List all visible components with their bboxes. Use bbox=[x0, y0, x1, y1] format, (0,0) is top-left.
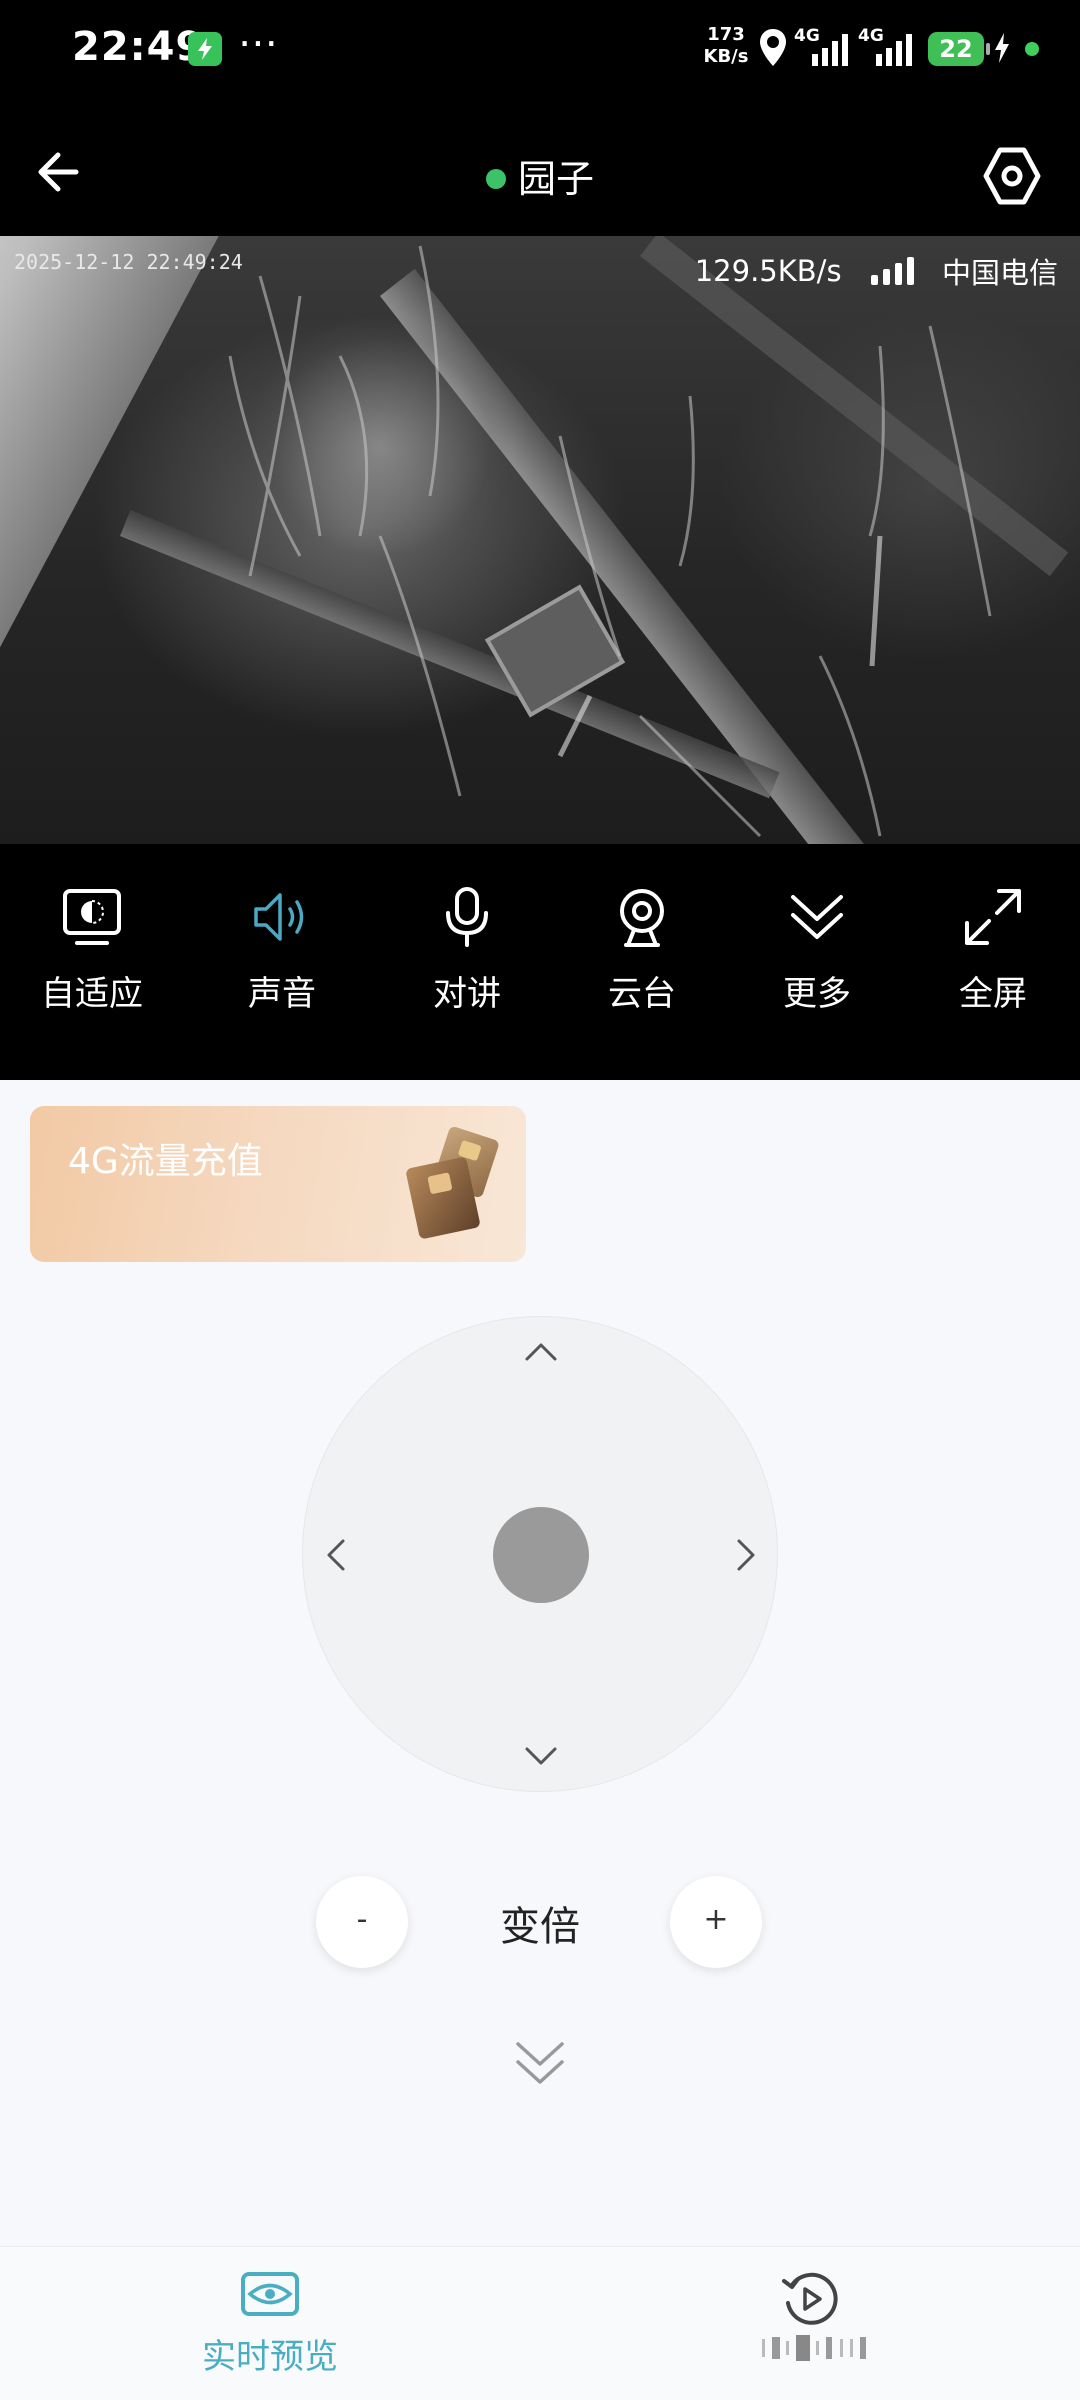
net-speed: 173 KB/s bbox=[700, 24, 752, 68]
settings-hex-icon[interactable] bbox=[980, 144, 1044, 208]
location-icon bbox=[758, 28, 788, 72]
ptz-label: 云台 bbox=[608, 974, 676, 1014]
video-bitrate: 129.5KB/s bbox=[694, 254, 842, 288]
status-time: 22:49 bbox=[72, 24, 205, 70]
ptz-up-arrow-icon[interactable] bbox=[516, 1327, 566, 1377]
zoom-label: 变倍 bbox=[500, 1904, 580, 1950]
ptz-center-knob[interactable] bbox=[493, 1507, 589, 1603]
system-nav-indicator bbox=[762, 2335, 866, 2361]
net-speed-unit: KB/s bbox=[703, 46, 749, 67]
signal-icon bbox=[874, 32, 916, 70]
signal-icon bbox=[810, 32, 852, 70]
charging-notification-icon bbox=[188, 32, 222, 66]
data-recharge-card[interactable]: 4G流量充值 bbox=[30, 1106, 526, 1262]
ptz-right-arrow-icon[interactable] bbox=[721, 1530, 771, 1580]
video-scene-grass bbox=[228, 245, 992, 838]
sound-button[interactable]: 声音 bbox=[207, 882, 357, 1015]
video-timestamp: 2025-12-12 22:49:24 bbox=[14, 250, 243, 274]
fullscreen-label: 全屏 bbox=[959, 974, 1027, 1014]
eye-preview-icon bbox=[241, 2272, 299, 2316]
more-button[interactable]: 更多 bbox=[742, 882, 892, 1015]
data-recharge-label: 4G流量充值 bbox=[68, 1141, 263, 1182]
more-label: 更多 bbox=[783, 974, 851, 1014]
speaker-icon bbox=[207, 882, 357, 952]
ptz-joystick[interactable] bbox=[302, 1316, 778, 1792]
zoom-in-button[interactable]: + bbox=[670, 1876, 762, 1968]
ptz-left-arrow-icon[interactable] bbox=[311, 1530, 361, 1580]
status-bar: 22:49 ⋯ 173 KB/s 4G 4G 22 bbox=[0, 0, 1080, 100]
ptz-down-arrow-icon[interactable] bbox=[516, 1731, 566, 1781]
device-name: 园子 bbox=[517, 157, 594, 201]
title-bar: 园子 bbox=[0, 100, 1080, 236]
bottom-nav: 实时预览 bbox=[0, 2246, 1080, 2400]
net-speed-value: 173 bbox=[707, 24, 745, 45]
online-status-dot bbox=[485, 168, 506, 189]
page-title: 园子 bbox=[0, 148, 1080, 203]
adaptive-screen-icon bbox=[17, 882, 167, 952]
talk-button[interactable]: 对讲 bbox=[392, 882, 542, 1015]
tab-replay[interactable] bbox=[780, 2269, 840, 2329]
collapse-double-chevron-icon[interactable] bbox=[510, 2034, 570, 2094]
privacy-dot bbox=[1025, 42, 1039, 56]
more-dots-icon: ⋯ bbox=[238, 20, 280, 66]
microphone-icon bbox=[392, 882, 542, 952]
zoom-out-button[interactable]: - bbox=[316, 1876, 408, 1968]
charging-icon bbox=[992, 32, 1012, 68]
control-bar: 自适应 声音 对讲 云台 更多 全屏 bbox=[0, 844, 1080, 1080]
adaptive-button[interactable]: 自适应 bbox=[17, 882, 167, 1015]
ptz-button[interactable]: 云台 bbox=[567, 882, 717, 1015]
signal-strength-icon bbox=[870, 257, 914, 285]
talk-label: 对讲 bbox=[433, 974, 501, 1014]
double-chevron-down-icon bbox=[742, 882, 892, 952]
fullscreen-button[interactable]: 全屏 bbox=[918, 882, 1068, 1015]
tab-live-preview[interactable]: 实时预览 bbox=[170, 2269, 370, 2378]
video-carrier: 中国电信 bbox=[941, 256, 1058, 290]
battery-icon: 22 bbox=[928, 32, 990, 66]
live-video-feed[interactable]: 2025-12-12 22:49:24 129.5KB/s 中国电信 bbox=[0, 236, 1080, 844]
ptz-camera-icon bbox=[567, 882, 717, 952]
adaptive-label: 自适应 bbox=[41, 974, 143, 1014]
replay-icon bbox=[782, 2272, 838, 2325]
video-info: 129.5KB/s 中国电信 bbox=[695, 250, 1058, 292]
fullscreen-icon bbox=[918, 882, 1068, 952]
sound-label: 声音 bbox=[248, 974, 316, 1014]
tab-live-preview-label: 实时预览 bbox=[202, 2337, 338, 2377]
